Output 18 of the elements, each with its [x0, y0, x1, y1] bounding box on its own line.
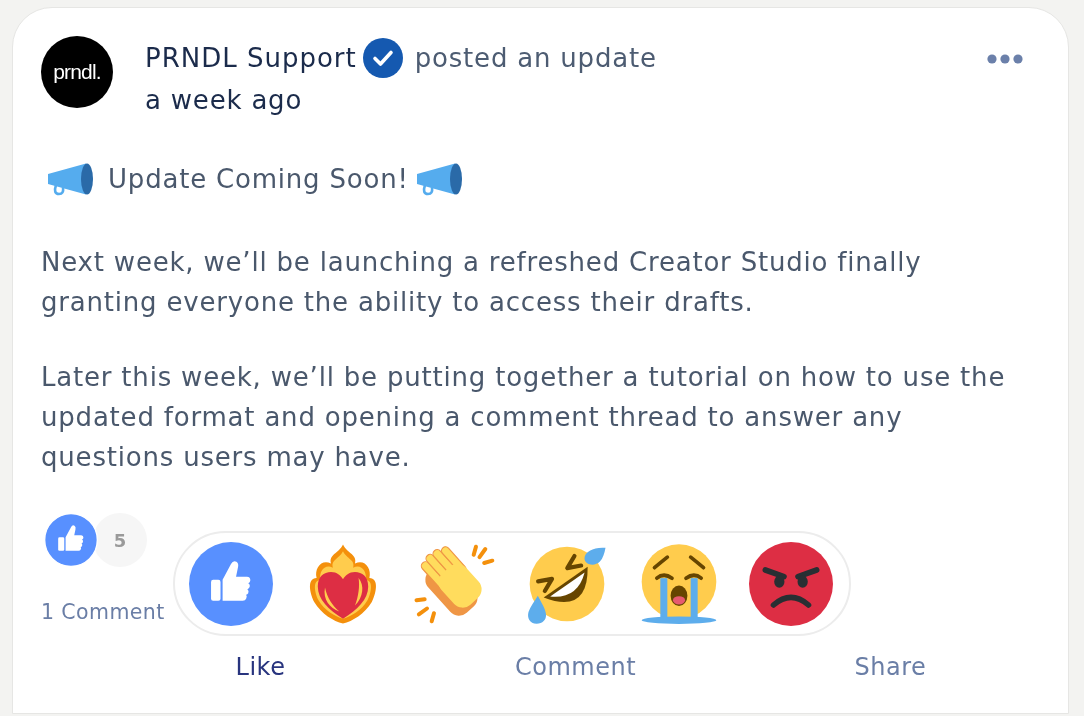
- post-paragraph: Later this week, we’ll be putting together a tutorial on how to use the updated format and opening a comment thread to answer any questions users may have.: [41, 361, 1007, 474]
- avatar-logo[interactable]: prndl.: [41, 36, 113, 108]
- comments-link[interactable]: 1 Comment: [41, 597, 165, 627]
- post-headline: Update Coming Soon!: [108, 164, 409, 194]
- author-name-link[interactable]: PRNDL Support: [145, 43, 357, 73]
- post-paragraph: Next week, we’ll be launching a refreshed Creator Studio finally granting everyone the ability to access their drafts.: [41, 246, 923, 319]
- thumbs-up-icon: [44, 513, 98, 567]
- reaction-count: 5: [93, 513, 147, 567]
- post-time: a week ago: [145, 84, 304, 117]
- post-action-text: posted an update: [414, 43, 657, 73]
- thumbs-up-icon[interactable]: [189, 541, 273, 626]
- megaphone-icon: [46, 161, 96, 197]
- angry-face-icon[interactable]: [749, 541, 833, 626]
- comment-button[interactable]: Comment: [506, 649, 645, 685]
- share-button[interactable]: Share: [846, 649, 935, 685]
- like-button[interactable]: Like: [227, 649, 294, 685]
- megaphone-icon: [414, 161, 465, 197]
- more-options-icon[interactable]: [987, 54, 1023, 64]
